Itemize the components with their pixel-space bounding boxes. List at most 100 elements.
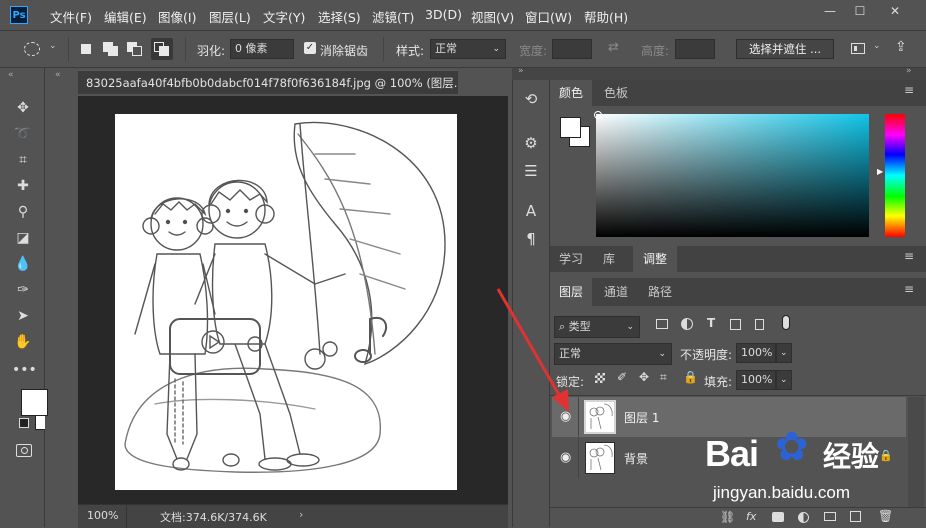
foreground-color-swatch[interactable] (21, 389, 48, 416)
expand-panels-icon[interactable]: » (518, 66, 524, 76)
menu-3d[interactable]: 3D(D) (425, 7, 462, 22)
collapse-toolbar-icon[interactable]: « (8, 70, 14, 80)
path-selection-tool-icon[interactable]: ➤ (12, 305, 34, 327)
crop-tool-icon[interactable]: ⌗ (12, 149, 34, 171)
tab-paths[interactable]: 路径 (639, 278, 681, 306)
layer-name[interactable]: 图层 1 (624, 409, 659, 426)
collapse-panels-icon[interactable]: « (55, 70, 61, 80)
menu-image[interactable]: 图像(I) (158, 7, 196, 26)
opacity-dropdown-icon[interactable]: ⌄ (776, 343, 792, 363)
tab-color[interactable]: 颜色 (550, 80, 593, 106)
paragraph-panel-icon[interactable]: ¶ (513, 226, 549, 252)
cartoon-illustration (124, 121, 446, 473)
clone-stamp-tool-icon[interactable]: ⚲ (12, 201, 34, 223)
height-input[interactable] (675, 39, 715, 59)
lock-position-icon[interactable]: ✥ (639, 370, 649, 384)
panel-menu-icon[interactable]: ≡ (904, 249, 914, 263)
tab-swatches[interactable]: 色板 (595, 80, 637, 106)
lock-all-icon[interactable]: 🔒 (683, 370, 698, 384)
menu-view[interactable]: 视图(V) (471, 7, 514, 26)
layer-thumbnail (584, 400, 616, 434)
watermark-brand-suffix: 经验 (823, 440, 880, 473)
width-input[interactable] (552, 39, 592, 59)
hue-slider-handle[interactable]: ▶ (877, 167, 883, 176)
width-label: 宽度: (519, 44, 548, 58)
select-and-mask-button[interactable]: 选择并遮住 ... (736, 39, 834, 59)
tools-panel: « ✥ ➰ ✎ ⌗ ✒ ✚ ✐ ⚲ ↺ ◪ 💧 ● ✑ T ➤ ⬡ ✋ ⚲ ••… (0, 68, 68, 527)
minimize-button[interactable]: — (815, 0, 845, 22)
prevent-autonesting-icon[interactable]: ⌗ (660, 370, 667, 385)
filter-pixel-icon[interactable] (656, 319, 668, 329)
style-select[interactable]: 正常 ⌄ (430, 39, 506, 59)
new-selection-icon[interactable] (81, 44, 91, 54)
move-tool-icon[interactable]: ✥ (12, 97, 34, 119)
document-tab[interactable]: 83025aafa40f4bfb0b0dabcf014f78f0f636184f… (78, 70, 458, 94)
character-panel-icon[interactable]: A (513, 198, 549, 224)
tab-adjustments[interactable]: 调整 (633, 246, 678, 272)
maximize-button[interactable]: ☐ (845, 0, 875, 22)
quick-mask-icon[interactable] (16, 444, 32, 457)
healing-brush-tool-icon[interactable]: ✚ (12, 175, 34, 197)
lock-transparent-pixels-icon[interactable] (595, 373, 605, 383)
opacity-label: 不透明度: (680, 348, 733, 362)
zoom-level[interactable]: 100% (87, 509, 118, 522)
antialias-checkbox[interactable]: ✓ (304, 42, 316, 54)
filter-smart-object-icon[interactable] (755, 319, 764, 330)
filter-toggle-icon[interactable] (782, 315, 790, 330)
close-button[interactable]: ✕ (880, 0, 910, 22)
fill-input[interactable]: 100% (736, 370, 776, 390)
elliptical-marquee-preset-icon[interactable] (24, 42, 40, 56)
panel-menu-icon[interactable]: ≡ (904, 83, 914, 97)
menu-edit[interactable]: 编辑(E) (104, 7, 147, 26)
tab-libraries[interactable]: 库 (594, 246, 624, 272)
photoshop-logo[interactable]: Ps (10, 6, 28, 24)
menu-select[interactable]: 选择(S) (318, 7, 361, 26)
swap-dimensions-icon[interactable]: ⇄ (608, 40, 619, 55)
collapse-dock-icon[interactable]: » (906, 66, 912, 76)
blur-tool-icon[interactable]: 💧 (12, 253, 34, 275)
chevron-down-icon[interactable]: ⌄ (873, 41, 881, 51)
add-to-selection-icon[interactable] (103, 42, 119, 56)
menu-window[interactable]: 窗口(W) (525, 7, 572, 26)
menu-help[interactable]: 帮助(H) (584, 7, 628, 26)
color-panel-tabs: 颜色 色板 ≡ (550, 80, 926, 106)
more-tools-icon[interactable]: ••• (12, 359, 37, 381)
color-picker-field[interactable] (596, 114, 869, 237)
tab-channels[interactable]: 通道 (595, 278, 637, 306)
tab-learn[interactable]: 学习 (550, 246, 592, 272)
menu-file[interactable]: 文件(F) (50, 7, 92, 26)
pen-tool-icon[interactable]: ✑ (12, 279, 34, 301)
status-menu-arrow[interactable]: › (299, 508, 303, 521)
opacity-input[interactable]: 100% (736, 343, 776, 363)
brush-settings-icon[interactable]: ⚙ (513, 130, 549, 156)
menu-type[interactable]: 文字(Y) (263, 7, 305, 26)
lock-image-pixels-icon[interactable]: ✐ (617, 370, 627, 384)
share-icon[interactable]: ⇪ (895, 39, 907, 55)
menu-filter[interactable]: 滤镜(T) (372, 7, 414, 26)
menu-layer[interactable]: 图层(L) (209, 7, 251, 26)
color-panel-foreground-swatch[interactable] (560, 117, 581, 138)
filter-adjustment-icon[interactable] (681, 318, 693, 330)
layer-name[interactable]: 背景 (624, 450, 648, 467)
feather-input[interactable]: 0 像素 (230, 39, 294, 59)
filter-shape-icon[interactable] (730, 319, 741, 330)
eye-icon[interactable]: ◉ (560, 450, 571, 465)
subtract-from-selection-icon[interactable] (127, 42, 143, 56)
intersect-selection-icon[interactable] (151, 38, 173, 60)
document-canvas[interactable] (115, 114, 457, 490)
lasso-tool-icon[interactable]: ➰ (12, 123, 34, 145)
workspace-icon[interactable] (851, 43, 865, 54)
chevron-down-icon[interactable]: ⌄ (49, 41, 57, 51)
dock-header: » » (512, 66, 926, 80)
hue-slider[interactable] (885, 114, 905, 237)
panel-menu-icon[interactable]: ≡ (904, 282, 914, 296)
eraser-tool-icon[interactable]: ◪ (12, 227, 34, 249)
hand-tool-icon[interactable]: ✋ (12, 331, 34, 353)
color-picker-cursor[interactable] (594, 111, 602, 119)
default-colors-icon[interactable] (19, 418, 29, 428)
fill-dropdown-icon[interactable]: ⌄ (776, 370, 792, 390)
filter-type-icon[interactable]: T (707, 316, 715, 330)
history-panel-icon[interactable]: ⟲ (513, 86, 549, 112)
adjust-sliders-icon[interactable]: ☰ (513, 158, 549, 184)
annotation-arrow (496, 288, 569, 412)
